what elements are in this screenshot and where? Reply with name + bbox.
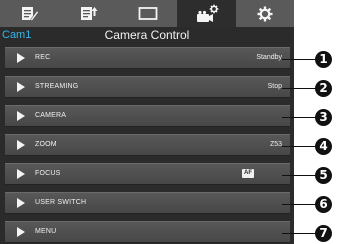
menu-item-label: CAMERA <box>35 112 67 119</box>
callout-leader <box>282 204 316 205</box>
callout-number: 5 <box>315 167 332 184</box>
tab-camera-control[interactable] <box>177 0 236 27</box>
menu-item-rec[interactable]: REC Standby <box>5 47 290 69</box>
menu-item-label: FOCUS <box>35 170 61 177</box>
callout-number: 7 <box>315 225 332 242</box>
list-edit-icon <box>21 7 39 21</box>
play-arrow-icon <box>17 140 25 150</box>
list-up-icon <box>80 7 97 20</box>
tab-bar <box>0 0 294 27</box>
menu-item-label: REC <box>35 54 51 61</box>
callout-number: 2 <box>315 80 332 97</box>
callout-number: 1 <box>315 51 332 68</box>
play-arrow-icon <box>17 169 25 179</box>
menu-item-label: USER SWITCH <box>35 199 87 206</box>
play-arrow-icon <box>17 198 25 208</box>
play-arrow-icon <box>17 227 25 237</box>
camera-name: Cam1 <box>2 29 32 41</box>
menu-item-focus[interactable]: FOCUS AF <box>5 163 290 185</box>
menu-item-streaming[interactable]: STREAMING Stop <box>5 76 290 98</box>
callout-leader <box>282 59 316 60</box>
zoom-value: Z53 <box>269 141 282 148</box>
callout-leader <box>282 117 316 118</box>
play-arrow-icon <box>17 53 25 63</box>
tab-display[interactable] <box>118 0 177 27</box>
af-badge: AF <box>242 169 254 178</box>
play-arrow-icon <box>17 111 25 121</box>
menu-item-label: MENU <box>35 228 57 235</box>
streaming-status: Stop <box>267 83 282 90</box>
monitor-icon <box>138 7 157 20</box>
menu-item-zoom[interactable]: ZOOM Z53 <box>5 134 290 156</box>
tab-settings[interactable] <box>236 0 294 27</box>
page-title: Camera Control <box>104 28 190 42</box>
camera-gear-icon <box>196 4 218 22</box>
menu-item-menu[interactable]: MENU <box>5 221 290 243</box>
callout-leader <box>282 146 316 147</box>
callout-leader <box>282 175 316 176</box>
menu-item-camera[interactable]: CAMERA <box>5 105 290 127</box>
callout-number: 4 <box>315 138 332 155</box>
rec-status: Standby <box>256 54 282 61</box>
tab-menu-settings[interactable] <box>59 0 118 27</box>
camera-control-panel: Camera Control Cam1 REC Standby STREAMIN… <box>0 0 294 244</box>
callout-number: 6 <box>315 196 332 213</box>
gear-icon <box>257 6 273 21</box>
menu-item-user-switch[interactable]: USER SWITCH <box>5 192 290 214</box>
tab-menu-list[interactable] <box>0 0 59 27</box>
callout-leader <box>282 233 316 234</box>
menu-item-label: ZOOM <box>35 141 57 148</box>
play-arrow-icon <box>17 82 25 92</box>
callout-number: 3 <box>315 109 332 126</box>
callout-leader <box>282 88 316 89</box>
menu-item-label: STREAMING <box>35 83 79 90</box>
